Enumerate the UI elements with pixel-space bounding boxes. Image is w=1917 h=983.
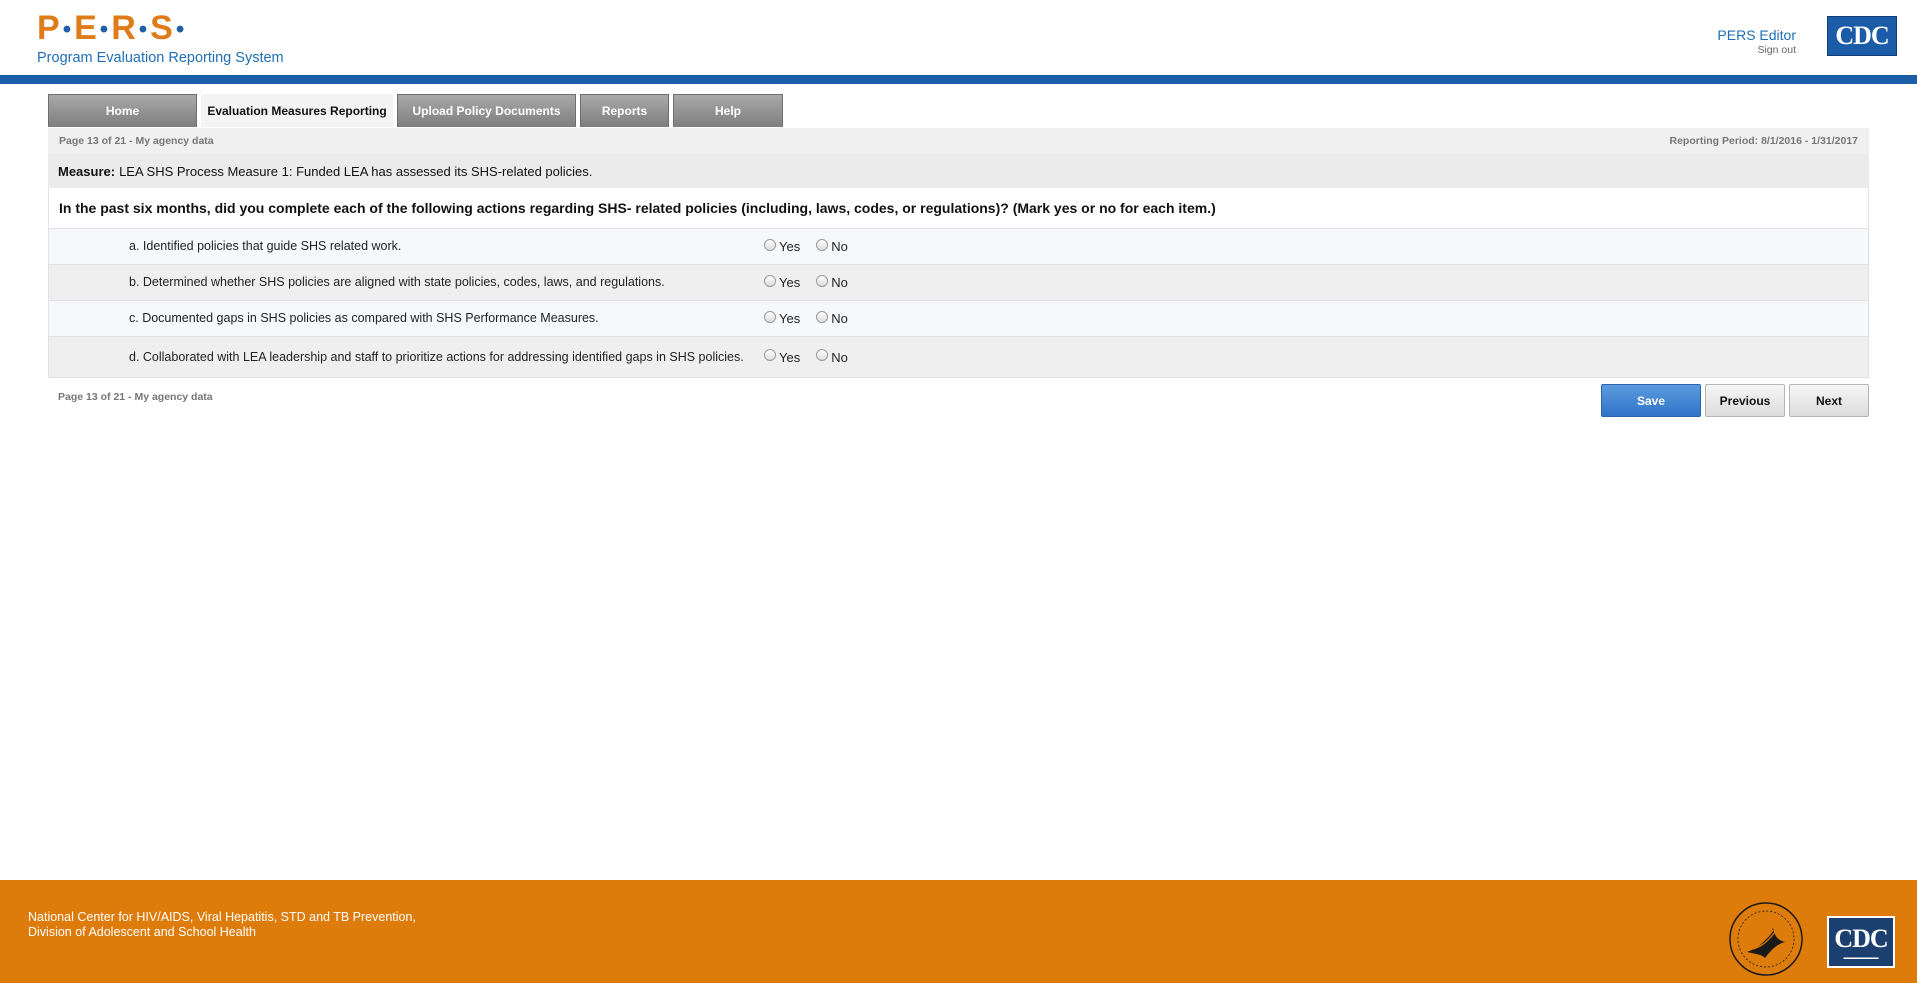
yes-no-group: Yes No [764, 238, 848, 254]
no-radio[interactable] [816, 274, 829, 287]
tab-reports[interactable]: Reports [580, 94, 669, 127]
cdc-footer-logo-text: CDC [1834, 923, 1888, 953]
hhs-seal-icon [1729, 902, 1803, 976]
yes-label: Yes [779, 349, 801, 365]
cdc-logo: CDC [1827, 16, 1897, 56]
page: P•E•R•S• Program Evaluation Reporting Sy… [0, 0, 1917, 983]
yes-option[interactable]: Yes [764, 238, 801, 254]
yes-no-group: Yes No [764, 274, 848, 290]
footer-line-2: Division of Adolescent and School Health [28, 925, 256, 939]
no-option[interactable]: No [816, 238, 848, 254]
yes-option[interactable]: Yes [764, 310, 801, 326]
user-name-link[interactable]: PERS Editor [1717, 27, 1796, 43]
logo-letter-r: R [111, 9, 137, 47]
yes-label: Yes [779, 311, 801, 326]
yes-option[interactable]: Yes [764, 349, 801, 365]
no-radio[interactable] [816, 349, 829, 361]
tab-evaluation-measures-reporting[interactable]: Evaluation Measures Reporting [201, 94, 393, 127]
cdc-footer-logo: CDC ▬▬▬▬▬▬▬ [1827, 916, 1895, 968]
no-radio[interactable] [816, 238, 829, 251]
no-label: No [831, 275, 848, 290]
question-item-c: c. Documented gaps in SHS policies as co… [48, 301, 1869, 337]
logo-dot: • [175, 16, 186, 43]
form-panel: Page 13 of 21 - My agency data Reporting… [48, 128, 1869, 422]
user-area: PERS Editor Sign out [1717, 27, 1796, 57]
no-label: No [831, 311, 848, 326]
item-label: d. Collaborated with LEA leadership and … [129, 349, 744, 364]
yes-no-group: Yes No [764, 310, 848, 326]
tab-upload-policy-documents[interactable]: Upload Policy Documents [397, 94, 576, 127]
site-footer: National Center for HIV/AIDS, Viral Hepa… [0, 880, 1917, 983]
tab-help[interactable]: Help [673, 94, 783, 127]
form-meta-row: Page 13 of 21 - My agency data Reporting… [48, 128, 1869, 154]
cdc-footer-tagline-mark: ▬▬▬▬▬▬▬ [1843, 954, 1879, 961]
yes-no-group: Yes No [764, 349, 848, 365]
tab-home[interactable]: Home [48, 94, 197, 127]
item-label: c. Documented gaps in SHS policies as co… [129, 311, 599, 325]
measure-text: LEA SHS Process Measure 1: Funded LEA ha… [119, 163, 593, 179]
form-buttons: Save Previous Next [1601, 384, 1869, 417]
no-label: No [831, 239, 848, 254]
main-tabs: Home Evaluation Measures Reporting Uploa… [48, 94, 783, 128]
no-radio[interactable] [816, 310, 829, 323]
yes-label: Yes [779, 275, 801, 290]
question-item-d: d. Collaborated with LEA leadership and … [48, 337, 1869, 378]
yes-radio[interactable] [764, 310, 776, 323]
yes-label: Yes [779, 239, 801, 254]
yes-option[interactable]: Yes [764, 274, 801, 290]
page-info: Page 13 of 21 - My agency data [59, 135, 214, 147]
header-divider-bar [0, 75, 1917, 84]
footer-line-1: National Center for HIV/AIDS, Viral Hepa… [28, 910, 416, 924]
pers-logo[interactable]: P•E•R•S• Program Evaluation Reporting Sy… [37, 9, 284, 66]
question-item-b: b. Determined whether SHS policies are a… [48, 265, 1869, 301]
footer-page-info: Page 13 of 21 - My agency data [58, 391, 213, 403]
reporting-period: Reporting Period: 8/1/2016 - 1/31/2017 [1669, 135, 1859, 147]
logo-dot: • [138, 16, 149, 43]
question-text: In the past six months, did you complete… [48, 188, 1869, 229]
measure-row: Measure: LEA SHS Process Measure 1: Fund… [48, 154, 1869, 188]
no-option[interactable]: No [816, 349, 848, 365]
pers-logo-mark: P•E•R•S• [37, 9, 284, 48]
logo-letter-s: S [150, 9, 174, 47]
no-option[interactable]: No [816, 310, 848, 326]
item-label: b. Determined whether SHS policies are a… [129, 275, 665, 289]
form-navigation: Page 13 of 21 - My agency data Save Prev… [48, 378, 1869, 422]
yes-radio[interactable] [764, 238, 776, 251]
logo-letter-p: P [37, 9, 61, 47]
next-button[interactable]: Next [1789, 384, 1869, 417]
footer-text: National Center for HIV/AIDS, Viral Hepa… [28, 910, 416, 940]
no-option[interactable]: No [816, 274, 848, 290]
question-item-a: a. Identified policies that guide SHS re… [48, 229, 1869, 265]
site-header: P•E•R•S• Program Evaluation Reporting Sy… [0, 0, 1917, 76]
item-label: a. Identified policies that guide SHS re… [129, 239, 402, 253]
no-label: No [831, 349, 848, 365]
yes-radio[interactable] [764, 274, 776, 287]
previous-button[interactable]: Previous [1705, 384, 1785, 417]
sign-out-link[interactable]: Sign out [1717, 43, 1796, 57]
logo-subtitle: Program Evaluation Reporting System [37, 50, 284, 66]
yes-radio[interactable] [764, 349, 776, 361]
save-button[interactable]: Save [1601, 384, 1701, 417]
measure-label: Measure: [58, 163, 116, 179]
logo-dot: • [62, 16, 73, 43]
logo-letter-e: E [74, 9, 98, 47]
logo-dot: • [99, 16, 110, 43]
